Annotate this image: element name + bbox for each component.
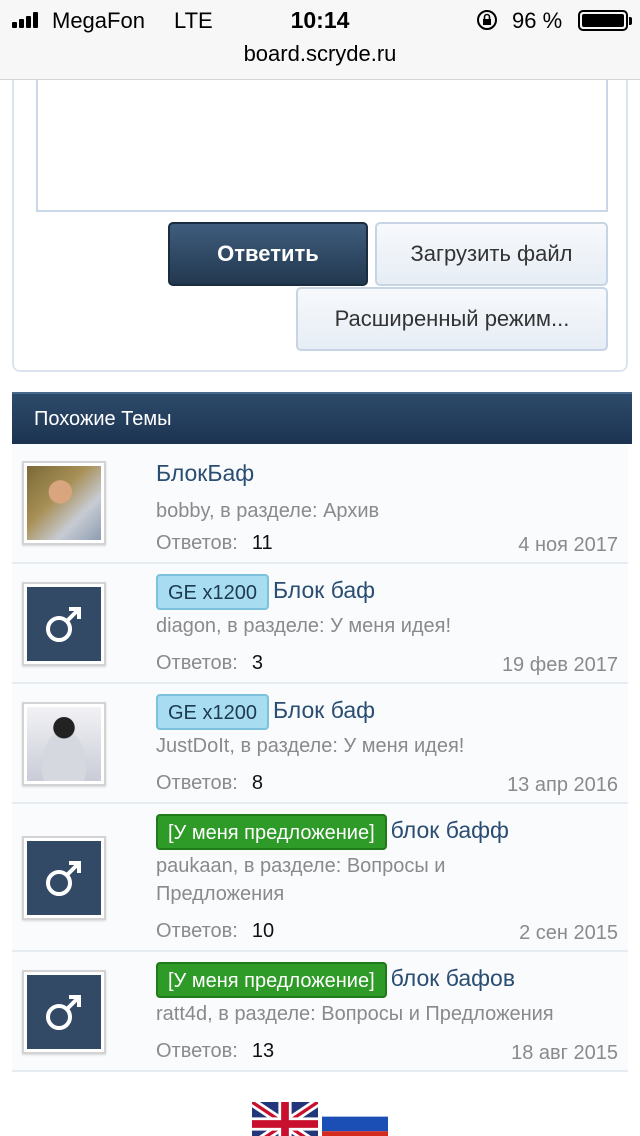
thread-meta: JustDoIt, в разделе: У меня идея! bbox=[156, 735, 465, 757]
russian-flag-icon[interactable] bbox=[322, 1102, 388, 1136]
male-default-icon bbox=[27, 975, 101, 1049]
thread-meta: paukaan, в разделе: Вопросы и bbox=[156, 855, 446, 877]
battery-percentage: 96 % bbox=[512, 8, 563, 33]
thread-meta: bobby, в разделе: Архив bbox=[156, 500, 380, 522]
reply-textarea[interactable] bbox=[36, 80, 608, 212]
thread-prefix[interactable]: GE x1200 bbox=[156, 574, 269, 610]
male-default-icon bbox=[27, 841, 101, 915]
avatar[interactable] bbox=[22, 582, 106, 666]
rotation-lock-icon bbox=[477, 10, 497, 30]
thread-title[interactable]: блок бафов bbox=[391, 965, 515, 991]
thread-title[interactable]: БлокБаф bbox=[156, 460, 254, 486]
thread-date: 4 ноя 2017 bbox=[518, 534, 618, 556]
thread-replies: Ответов: 10 bbox=[156, 920, 275, 942]
address-bar[interactable]: board.scryde.ru bbox=[0, 40, 640, 80]
thread-item[interactable]: GE x1200 Блок баф diagon, в разделе: У ме… bbox=[12, 564, 628, 684]
thread-date: 18 авг 2015 bbox=[511, 1042, 618, 1064]
thread-title[interactable]: Блок баф bbox=[273, 697, 375, 723]
male-default-icon bbox=[27, 587, 101, 661]
thread-item[interactable]: БлокБаф bobby, в разделе: Архив Ответов:… bbox=[12, 444, 628, 564]
quick-reply-panel: Ответить Загрузить файл Расширенный режи… bbox=[12, 80, 628, 372]
avatar[interactable] bbox=[22, 702, 106, 786]
thread-prefix[interactable]: [У меня предложение] bbox=[156, 814, 387, 850]
thread-item[interactable]: [У меня предложение] блок бафов ratt4d, в… bbox=[12, 952, 628, 1072]
thread-item[interactable]: GE x1200 Блок баф JustDoIt, в разделе: У … bbox=[12, 684, 628, 804]
thread-replies: Ответов: 13 bbox=[156, 1040, 275, 1062]
avatar[interactable] bbox=[22, 836, 106, 920]
thread-replies: Ответов: 11 bbox=[156, 532, 273, 554]
status-bar: MegaFon LTE 10:14 96 % bbox=[0, 0, 640, 40]
thread-meta: ratt4d, в разделе: Вопросы и Предложения bbox=[156, 1003, 554, 1025]
thread-meta-continued: Предложения bbox=[156, 883, 285, 905]
advanced-mode-button[interactable]: Расширенный режим... bbox=[296, 287, 608, 351]
similar-threads-list: БлокБаф bobby, в разделе: Архив Ответов:… bbox=[12, 444, 628, 1072]
similar-threads-header: Похожие Темы bbox=[12, 392, 632, 444]
thread-replies: Ответов: 3 bbox=[156, 652, 263, 674]
reply-button[interactable]: Ответить bbox=[168, 222, 368, 286]
thread-replies: Ответов: 8 bbox=[156, 772, 263, 794]
avatar[interactable] bbox=[22, 461, 106, 545]
url-text: board.scryde.ru bbox=[243, 41, 397, 66]
thread-prefix[interactable]: GE x1200 bbox=[156, 694, 269, 730]
thread-date: 19 фев 2017 bbox=[501, 654, 618, 676]
thread-date: 2 сен 2015 bbox=[519, 922, 618, 944]
thread-item[interactable]: [У меня предложение] блок бафф paukaan, в… bbox=[12, 804, 628, 952]
avatar[interactable] bbox=[22, 970, 106, 1054]
thread-date: 13 апр 2016 bbox=[507, 774, 618, 796]
english-flag-icon[interactable] bbox=[252, 1102, 318, 1136]
thread-title[interactable]: Блок баф bbox=[273, 577, 375, 603]
thread-title[interactable]: блок бафф bbox=[391, 817, 509, 843]
battery-icon bbox=[578, 10, 632, 31]
thread-meta: diagon, в разделе: У меня идея! bbox=[156, 615, 452, 637]
thread-prefix[interactable]: [У меня предложение] bbox=[156, 962, 387, 998]
upload-file-button[interactable]: Загрузить файл bbox=[375, 222, 608, 286]
